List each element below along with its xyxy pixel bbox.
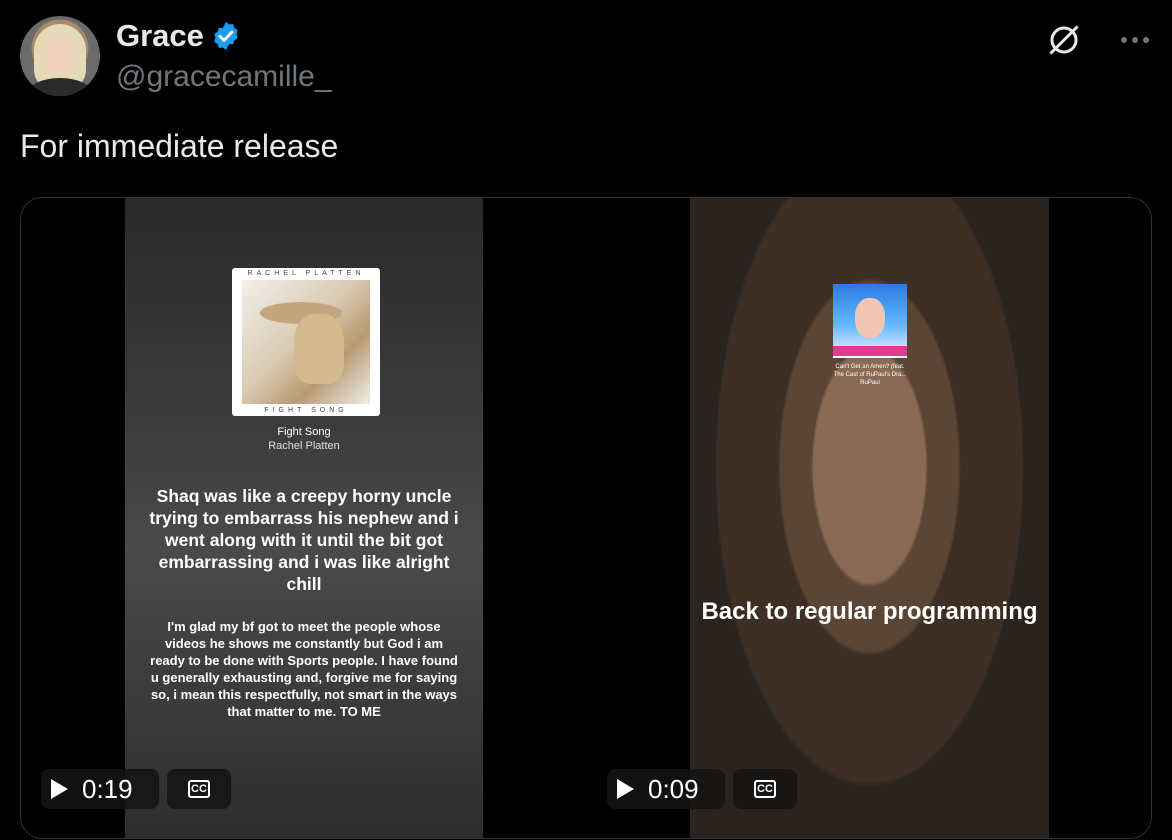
display-name[interactable]: Grace bbox=[116, 18, 204, 54]
album-art bbox=[242, 280, 370, 404]
album-banner bbox=[833, 346, 907, 356]
more-dot bbox=[1143, 37, 1149, 43]
album-caption: Can't Get an Amen? (feat. The Cast of Ru… bbox=[833, 364, 907, 386]
video-time: 0:09 bbox=[648, 773, 699, 804]
play-button[interactable]: 0:19 bbox=[41, 769, 159, 809]
video-2-controls: 0:09 CC bbox=[607, 769, 797, 809]
closed-captions-icon: CC bbox=[754, 780, 776, 798]
verified-badge-icon bbox=[214, 22, 238, 50]
album-cover: RACHEL PLATTEN FIGHT SONG bbox=[232, 268, 380, 416]
song-artist: Rachel Platten bbox=[268, 440, 340, 452]
video-2[interactable]: Can't Get an Amen? (feat. The Cast of Ru… bbox=[690, 198, 1049, 838]
more-dot bbox=[1132, 37, 1138, 43]
play-icon bbox=[617, 779, 634, 799]
tweet-text: For immediate release bbox=[20, 128, 339, 164]
tweet-header: Grace @gracecamille_ bbox=[20, 16, 1152, 96]
song-title: Fight Song bbox=[277, 426, 331, 438]
play-button[interactable]: 0:09 bbox=[607, 769, 725, 809]
avatar[interactable] bbox=[20, 16, 100, 96]
video-caption-main: Back to regular programming bbox=[701, 598, 1038, 625]
handle[interactable]: @gracecamille_ bbox=[116, 60, 332, 94]
video-caption-sub: I'm glad my bf got to meet the people wh… bbox=[150, 619, 458, 719]
captions-button[interactable]: CC bbox=[167, 769, 231, 809]
video-1-controls: 0:19 CC bbox=[41, 769, 231, 809]
album-cover bbox=[833, 284, 907, 358]
closed-captions-icon: CC bbox=[188, 780, 210, 798]
name-row: Grace bbox=[116, 18, 242, 54]
more-options-icon[interactable] bbox=[1118, 34, 1152, 46]
play-icon bbox=[51, 779, 68, 799]
video-1[interactable]: RACHEL PLATTEN FIGHT SONG Fight Song Rac… bbox=[125, 198, 483, 838]
video-caption-main: Shaq was like a creepy horny uncle tryin… bbox=[149, 486, 459, 594]
more-dot bbox=[1121, 37, 1127, 43]
album-face bbox=[855, 298, 885, 338]
video-time: 0:19 bbox=[82, 773, 133, 804]
album-top-text: RACHEL PLATTEN bbox=[247, 270, 365, 277]
media-container: RACHEL PLATTEN FIGHT SONG Fight Song Rac… bbox=[20, 197, 1152, 839]
avatar-face bbox=[46, 38, 74, 74]
grok-icon[interactable] bbox=[1046, 22, 1082, 58]
captions-button[interactable]: CC bbox=[733, 769, 797, 809]
album-bottom-text: FIGHT SONG bbox=[264, 407, 348, 414]
album-hair bbox=[294, 314, 344, 384]
